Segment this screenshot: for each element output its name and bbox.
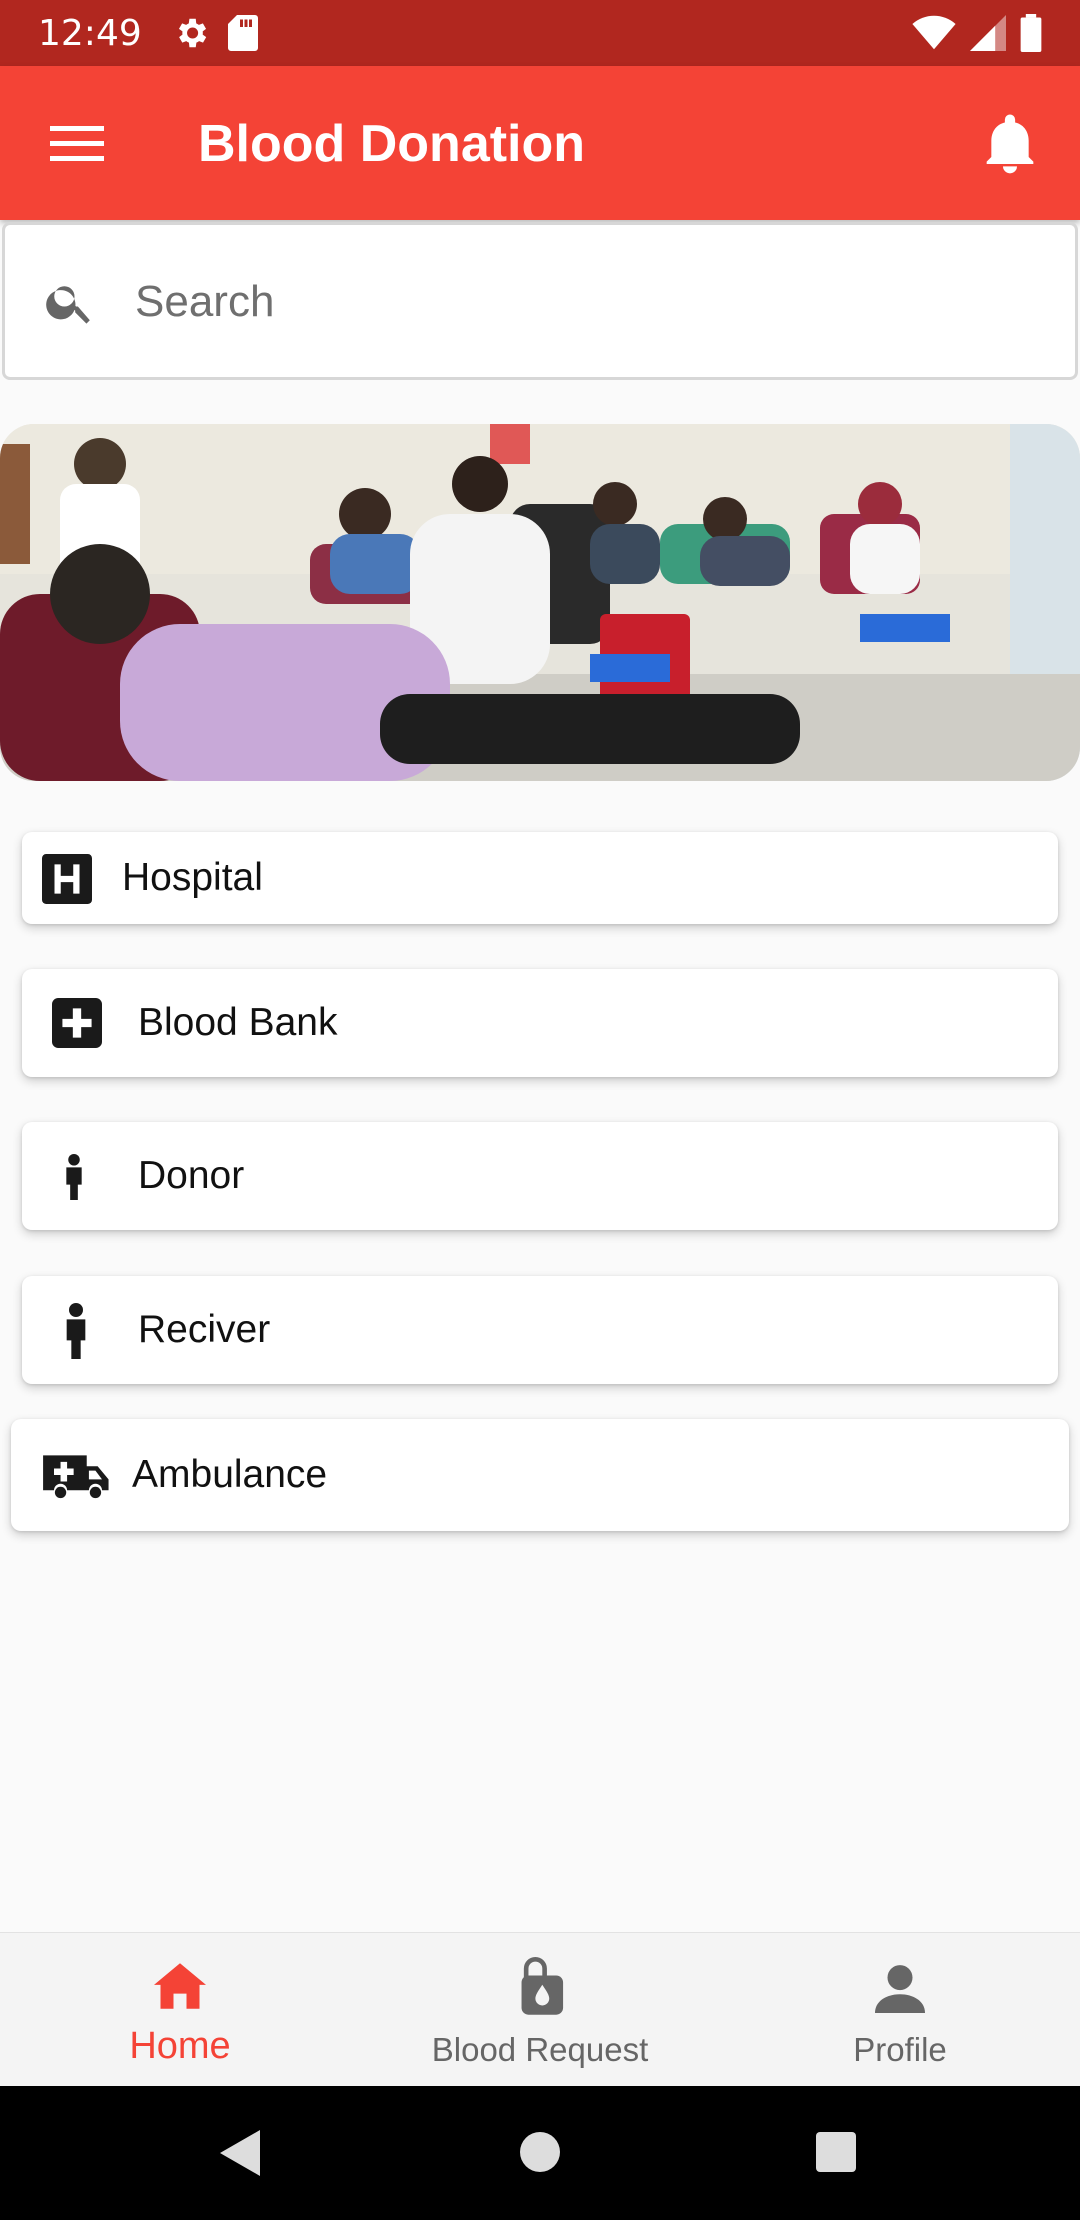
hospital-icon bbox=[42, 854, 92, 904]
menu-item-label: Blood Bank bbox=[138, 1001, 338, 1044]
hamburger-menu-icon[interactable] bbox=[50, 122, 104, 164]
menu-item-reciver[interactable]: Reciver bbox=[22, 1276, 1058, 1384]
signal-icon bbox=[970, 15, 1006, 51]
menu-item-blood-bank[interactable]: Blood Bank bbox=[22, 969, 1058, 1077]
recents-button[interactable] bbox=[816, 2132, 856, 2172]
wifi-icon bbox=[912, 15, 956, 50]
nav-blood-request[interactable]: Blood Request bbox=[410, 1933, 670, 2087]
home-button[interactable] bbox=[520, 2132, 560, 2172]
blood-bag-icon bbox=[521, 1957, 564, 2015]
home-icon bbox=[154, 1963, 206, 2009]
menu-item-label: Donor bbox=[138, 1154, 245, 1197]
menu-item-hospital[interactable]: Hospital bbox=[22, 832, 1058, 924]
sd-card-icon bbox=[227, 15, 258, 51]
system-navigation-bar bbox=[0, 2086, 1080, 2220]
settings-icon bbox=[178, 18, 206, 48]
status-time: 12:49 bbox=[38, 12, 142, 54]
bottom-navigation: Home Blood Request Profile bbox=[0, 1932, 1080, 2086]
menu-item-label: Hospital bbox=[122, 856, 263, 899]
nav-profile-label: Profile bbox=[853, 2031, 947, 2068]
menu-item-donor[interactable]: Donor bbox=[22, 1122, 1058, 1230]
nav-blood-request-label: Blood Request bbox=[431, 2031, 649, 2068]
person-icon bbox=[875, 1965, 925, 2013]
search-bar bbox=[2, 222, 1078, 380]
status-bar: 12:49 bbox=[0, 0, 1080, 66]
back-button[interactable] bbox=[220, 2130, 260, 2176]
menu-item-label: Ambulance bbox=[132, 1453, 328, 1496]
menu-item-ambulance[interactable]: Ambulance bbox=[11, 1419, 1069, 1531]
app-bar: Blood Donation bbox=[0, 66, 1080, 220]
banner-image bbox=[0, 424, 1080, 781]
ambulance-icon bbox=[43, 1455, 109, 1499]
search-input[interactable] bbox=[135, 267, 1035, 337]
battery-icon bbox=[1020, 14, 1042, 52]
nav-profile[interactable]: Profile bbox=[790, 1933, 1010, 2087]
app-title: Blood Donation bbox=[198, 115, 586, 173]
bell-icon[interactable] bbox=[982, 112, 1038, 174]
menu-item-label: Reciver bbox=[138, 1308, 271, 1351]
nav-home-label: Home bbox=[129, 2025, 231, 2067]
person-icon bbox=[66, 1154, 82, 1200]
person-icon bbox=[66, 1303, 86, 1359]
search-icon bbox=[46, 286, 90, 324]
blood-bank-icon bbox=[52, 998, 102, 1048]
nav-home[interactable]: Home bbox=[60, 1933, 300, 2087]
